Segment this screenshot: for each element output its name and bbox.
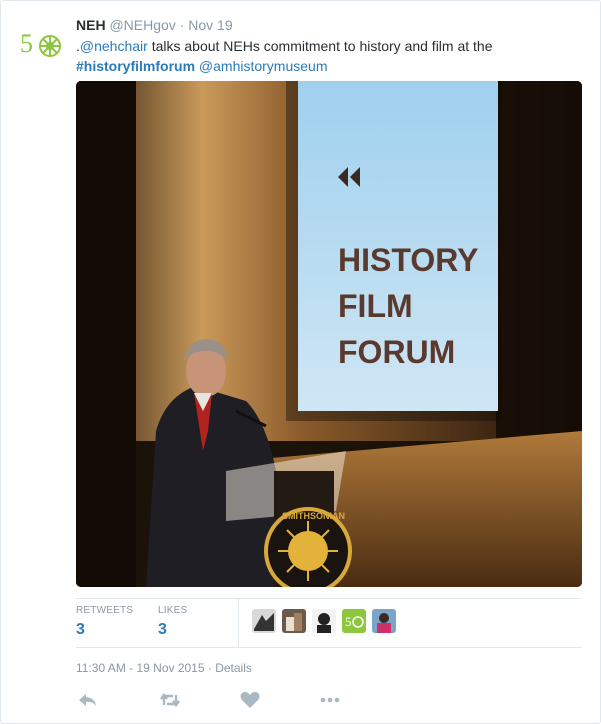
liker-avatar-2[interactable] — [282, 609, 306, 633]
details-link[interactable]: Details — [215, 661, 252, 675]
tweet-text: .@nehchair talks about NEHs commitment t… — [76, 36, 586, 76]
likes-label: LIKES — [158, 605, 188, 616]
header-separator: · — [179, 17, 185, 33]
neh-50-logo-icon: 5 — [20, 29, 61, 58]
retweets-stat[interactable]: RETWEETS 3 — [76, 605, 133, 641]
author-handle[interactable]: @NEHgov — [109, 17, 175, 33]
tweet-header: NEH @NEHgov · Nov 19 — [76, 16, 233, 34]
tweet-photo[interactable]: HISTORY FILM FORUM SMITHSONIAN — [76, 81, 582, 587]
retweet-icon[interactable] — [158, 688, 182, 712]
author-name[interactable]: NEH — [76, 17, 106, 33]
reply-icon[interactable] — [76, 688, 100, 712]
mention-nehchair[interactable]: @nehchair — [80, 38, 148, 54]
svg-text:5: 5 — [20, 29, 33, 58]
liker-avatar-neh[interactable]: 5 — [342, 609, 366, 633]
stats-divider — [238, 599, 239, 647]
screen-line-3: FORUM — [338, 334, 455, 370]
retweets-label: RETWEETS — [76, 605, 134, 616]
liker-avatar-5[interactable] — [372, 609, 396, 633]
screen-line-2: FILM — [338, 288, 413, 324]
retweets-count: 3 — [76, 621, 85, 638]
liker-avatar-3[interactable] — [312, 609, 336, 633]
tweet-date[interactable]: Nov 19 — [188, 17, 232, 33]
mention-amhistorymuseum[interactable]: @amhistorymuseum — [199, 58, 328, 74]
likes-count: 3 — [158, 621, 167, 638]
tweet-timestamp: 11:30 AM - 19 Nov 2015 · Details — [76, 661, 252, 675]
neh-avatar[interactable]: 5 — [18, 20, 66, 68]
seal-text: SMITHSONIAN — [282, 511, 345, 521]
liker-avatar-1[interactable] — [252, 609, 276, 633]
like-icon[interactable] — [238, 688, 262, 712]
hashtag-historyfilmforum[interactable]: #historyfilmforum — [76, 58, 195, 74]
timestamp-text[interactable]: 11:30 AM - 19 Nov 2015 — [76, 661, 205, 675]
tweet-actions — [76, 688, 376, 712]
text-middle: talks about NEHs commitment to history a… — [147, 38, 493, 54]
more-icon[interactable] — [318, 688, 342, 712]
tweet-stats: RETWEETS 3 LIKES 3 5 — [76, 598, 582, 648]
screen-line-1: HISTORY — [338, 242, 478, 278]
likes-stat[interactable]: LIKES 3 — [158, 605, 187, 641]
svg-text:5: 5 — [345, 614, 352, 629]
